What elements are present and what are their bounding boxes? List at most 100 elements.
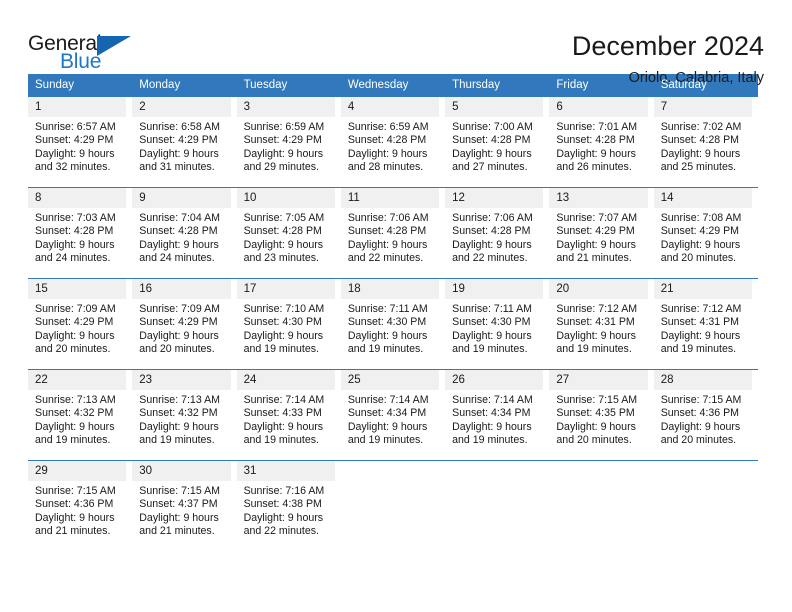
sunrise-text: Sunrise: 7:01 AM	[556, 121, 638, 133]
day-info: Sunrise: 7:00 AM Sunset: 4:28 PM Daylight:…	[445, 117, 543, 175]
day-number: 26	[445, 370, 544, 390]
day-cell-inner: 30 Sunrise: 7:15 AM Sunset: 4:37 PM Dayligh…	[132, 461, 236, 547]
day-info: Sunrise: 7:14 AM Sunset: 4:34 PM Daylight:…	[341, 390, 439, 448]
calendar-day-cell[interactable]: 23 Sunrise: 7:13 AM Sunset: 4:32 PM Dayligh…	[132, 369, 237, 461]
sunrise-text: Sunrise: 7:10 AM	[243, 303, 325, 315]
daylight-text-line2: and 21 minutes.	[35, 525, 111, 538]
calendar-day-cell[interactable]: 30 Sunrise: 7:15 AM Sunset: 4:37 PM Dayligh…	[132, 460, 237, 547]
sunset-text: Sunset: 4:36 PM	[35, 498, 114, 511]
sunrise-text: Sunrise: 7:15 AM	[35, 485, 116, 497]
sunset-text: Sunset: 4:28 PM	[452, 134, 531, 147]
calendar-day-cell[interactable]: 25 Sunrise: 7:14 AM Sunset: 4:34 PM Dayligh…	[340, 369, 446, 461]
day-number: 30	[132, 461, 231, 481]
calendar-week-row: 8 Sunrise: 7:03 AM Sunset: 4:28 PM Daylight…	[28, 187, 758, 279]
daylight-text-line1: Daylight: 9 hours	[243, 238, 324, 251]
sunset-text: Sunset: 4:28 PM	[452, 225, 531, 238]
calendar-day-cell[interactable]: 26 Sunrise: 7:14 AM Sunset: 4:34 PM Dayligh…	[445, 369, 550, 461]
sunset-text: Sunset: 4:30 PM	[243, 316, 322, 329]
day-cell-inner: 18 Sunrise: 7:11 AM Sunset: 4:30 PM Dayligh…	[340, 279, 445, 369]
day-cell-inner: 13 Sunrise: 7:07 AM Sunset: 4:29 PM Dayligh…	[549, 188, 653, 278]
calendar-day-cell[interactable]: 6 Sunrise: 7:01 AM Sunset: 4:28 PM Daylight…	[549, 96, 654, 188]
sunrise-text: Sunrise: 7:05 AM	[243, 212, 325, 224]
daylight-text-line2: and 21 minutes.	[139, 525, 215, 538]
calendar-day-cell[interactable]: 29 Sunrise: 7:15 AM Sunset: 4:36 PM Dayligh…	[28, 460, 133, 547]
calendar-day-cell[interactable]: 19 Sunrise: 7:11 AM Sunset: 4:30 PM Dayligh…	[445, 278, 550, 370]
day-cell-inner: 14 Sunrise: 7:08 AM Sunset: 4:29 PM Dayligh…	[653, 188, 758, 278]
sunset-text: Sunset: 4:33 PM	[243, 407, 322, 420]
day-info: Sunrise: 7:10 AM Sunset: 4:30 PM Daylight:…	[237, 299, 335, 357]
daylight-text-line1: Daylight: 9 hours	[139, 147, 219, 160]
day-info: Sunrise: 7:14 AM Sunset: 4:34 PM Daylight:…	[445, 390, 543, 448]
calendar-day-cell[interactable]: 22 Sunrise: 7:13 AM Sunset: 4:32 PM Dayligh…	[28, 369, 133, 461]
day-cell-inner: 28 Sunrise: 7:15 AM Sunset: 4:36 PM Dayligh…	[653, 370, 758, 460]
calendar-day-cell[interactable]: 21 Sunrise: 7:12 AM Sunset: 4:31 PM Dayligh…	[653, 278, 758, 370]
calendar-day-cell[interactable]: 5 Sunrise: 7:00 AM Sunset: 4:28 PM Daylight…	[445, 96, 550, 188]
daylight-text-line2: and 19 minutes.	[347, 434, 424, 447]
calendar-day-cell[interactable]: 3 Sunrise: 6:59 AM Sunset: 4:29 PM Daylight…	[236, 96, 341, 188]
calendar-day-cell[interactable]: 1 Sunrise: 6:57 AM Sunset: 4:29 PM Daylight…	[28, 96, 133, 188]
daylight-text-line2: and 27 minutes.	[452, 161, 528, 174]
calendar-week-row: 1 Sunrise: 6:57 AM Sunset: 4:29 PM Daylight…	[28, 96, 758, 188]
calendar-body: 1 Sunrise: 6:57 AM Sunset: 4:29 PM Daylight…	[28, 96, 758, 547]
day-cell-inner: 6 Sunrise: 7:01 AM Sunset: 4:28 PM Daylight…	[549, 97, 653, 187]
daylight-text-line2: and 19 minutes.	[347, 343, 424, 356]
sunset-text: Sunset: 4:28 PM	[347, 134, 427, 147]
sunrise-text: Sunrise: 6:57 AM	[35, 121, 116, 133]
day-cell-inner: 22 Sunrise: 7:13 AM Sunset: 4:32 PM Dayligh…	[28, 370, 132, 460]
daylight-text-line1: Daylight: 9 hours	[35, 420, 115, 433]
daylight-text-line2: and 19 minutes.	[556, 343, 632, 356]
calendar-day-cell[interactable]: 11 Sunrise: 7:06 AM Sunset: 4:28 PM Dayligh…	[340, 187, 446, 279]
triangle-mark-icon	[97, 36, 131, 56]
calendar-day-cell[interactable]: 12 Sunrise: 7:06 AM Sunset: 4:28 PM Dayligh…	[445, 187, 550, 279]
calendar-day-cell[interactable]: 24 Sunrise: 7:14 AM Sunset: 4:33 PM Dayligh…	[236, 369, 341, 461]
day-number: 5	[445, 97, 544, 117]
daylight-text-line2: and 22 minutes.	[347, 252, 424, 265]
day-cell-inner: 12 Sunrise: 7:06 AM Sunset: 4:28 PM Dayligh…	[445, 188, 549, 278]
day-number: 29	[28, 461, 127, 481]
calendar-day-cell[interactable]: 2 Sunrise: 6:58 AM Sunset: 4:29 PM Daylight…	[132, 96, 237, 188]
calendar-day-cell[interactable]: 16 Sunrise: 7:09 AM Sunset: 4:29 PM Dayligh…	[132, 278, 237, 370]
day-cell-inner: 5 Sunrise: 7:00 AM Sunset: 4:28 PM Daylight…	[445, 97, 549, 187]
day-number: 25	[340, 370, 440, 390]
calendar-day-cell[interactable]: 15 Sunrise: 7:09 AM Sunset: 4:29 PM Dayligh…	[28, 278, 133, 370]
sunrise-text: Sunrise: 7:12 AM	[556, 303, 638, 315]
day-cell-inner: 2 Sunrise: 6:58 AM Sunset: 4:29 PM Daylight…	[132, 97, 236, 187]
calendar-day-cell[interactable]: 17 Sunrise: 7:10 AM Sunset: 4:30 PM Dayligh…	[236, 278, 341, 370]
calendar-day-cell[interactable]: 27 Sunrise: 7:15 AM Sunset: 4:35 PM Dayligh…	[549, 369, 654, 461]
daylight-text-line1: Daylight: 9 hours	[660, 238, 741, 251]
page-header: General Blue December 2024 Oriolo, Calab…	[28, 0, 764, 86]
day-number: 3	[236, 97, 335, 117]
calendar-day-cell[interactable]: 31 Sunrise: 7:16 AM Sunset: 4:38 PM Dayligh…	[236, 460, 341, 547]
day-number: 20	[549, 279, 648, 299]
day-info: Sunrise: 7:01 AM Sunset: 4:28 PM Daylight:…	[549, 117, 647, 175]
calendar-day-cell[interactable]: 13 Sunrise: 7:07 AM Sunset: 4:29 PM Dayligh…	[549, 187, 654, 279]
calendar-day-cell[interactable]: 8 Sunrise: 7:03 AM Sunset: 4:28 PM Daylight…	[28, 187, 133, 279]
day-info: Sunrise: 7:06 AM Sunset: 4:28 PM Daylight:…	[445, 208, 543, 266]
calendar-day-cell[interactable]: 28 Sunrise: 7:15 AM Sunset: 4:36 PM Dayligh…	[653, 369, 758, 461]
day-cell-inner: 25 Sunrise: 7:14 AM Sunset: 4:34 PM Dayligh…	[340, 370, 445, 460]
daylight-text-line1: Daylight: 9 hours	[660, 147, 741, 160]
daylight-text-line1: Daylight: 9 hours	[660, 329, 741, 342]
calendar-day-cell[interactable]: 7 Sunrise: 7:02 AM Sunset: 4:28 PM Daylight…	[653, 96, 758, 188]
calendar-day-cell[interactable]: 10 Sunrise: 7:05 AM Sunset: 4:28 PM Dayligh…	[236, 187, 341, 279]
daylight-text-line2: and 29 minutes.	[243, 161, 319, 174]
day-info: Sunrise: 7:15 AM Sunset: 4:36 PM Daylight:…	[28, 481, 126, 539]
general-blue-logo[interactable]: General Blue	[28, 30, 138, 78]
calendar-week-row: 15 Sunrise: 7:09 AM Sunset: 4:29 PM Dayligh…	[28, 278, 758, 370]
sunrise-text: Sunrise: 7:04 AM	[139, 212, 220, 224]
daylight-text-line2: and 31 minutes.	[139, 161, 215, 174]
calendar-day-cell[interactable]: 9 Sunrise: 7:04 AM Sunset: 4:28 PM Daylight…	[132, 187, 237, 279]
calendar-day-cell[interactable]: 20 Sunrise: 7:12 AM Sunset: 4:31 PM Dayligh…	[549, 278, 654, 370]
daylight-text-line1: Daylight: 9 hours	[452, 147, 532, 160]
sunset-text: Sunset: 4:31 PM	[556, 316, 635, 329]
sunrise-text: Sunrise: 7:14 AM	[243, 394, 325, 406]
sunset-text: Sunset: 4:34 PM	[452, 407, 531, 420]
calendar-day-cell[interactable]: 14 Sunrise: 7:08 AM Sunset: 4:29 PM Dayligh…	[653, 187, 758, 279]
sunset-text: Sunset: 4:29 PM	[139, 134, 218, 147]
sunset-text: Sunset: 4:34 PM	[347, 407, 427, 420]
calendar-day-cell[interactable]: 18 Sunrise: 7:11 AM Sunset: 4:30 PM Dayligh…	[340, 278, 446, 370]
calendar-day-cell[interactable]: 4 Sunrise: 6:59 AM Sunset: 4:28 PM Daylight…	[340, 96, 446, 188]
day-info: Sunrise: 7:07 AM Sunset: 4:29 PM Daylight:…	[549, 208, 647, 266]
daylight-text-line2: and 19 minutes.	[139, 434, 215, 447]
calendar-empty-cell	[653, 460, 758, 547]
